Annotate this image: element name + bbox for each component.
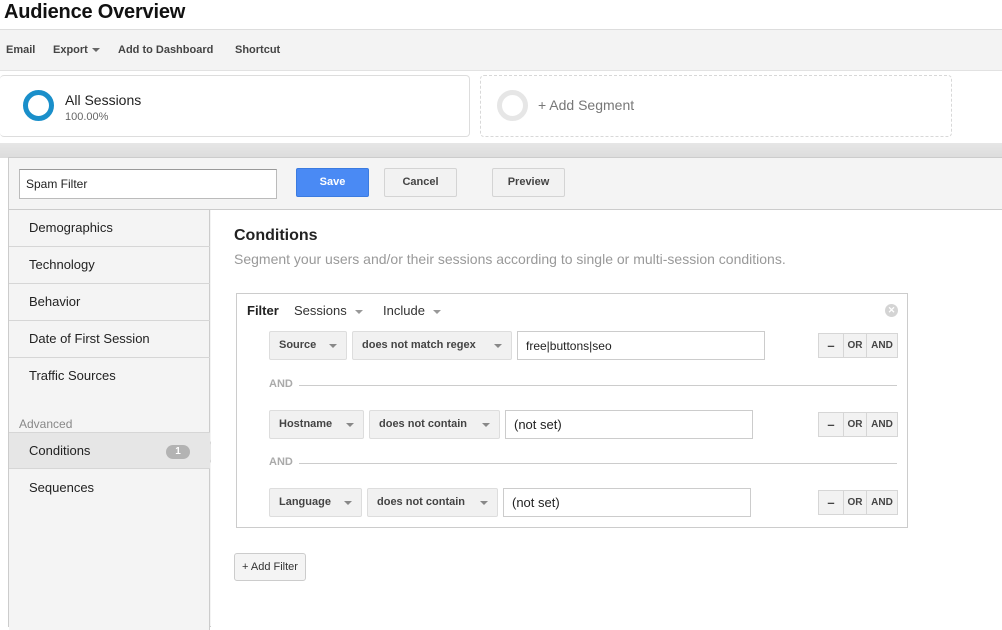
sidebar-item-demographics[interactable]: Demographics (9, 210, 210, 247)
chevron-down-icon (432, 309, 441, 314)
row-action-buttons: – OR AND (818, 333, 898, 358)
chevron-down-icon (346, 423, 354, 427)
add-segment-label: + Add Segment (538, 97, 635, 113)
add-filter-button[interactable]: + Add Filter (234, 553, 306, 581)
cancel-button[interactable]: Cancel (384, 168, 457, 197)
filter-scope-dropdown[interactable]: Sessions (294, 303, 363, 318)
sidebar-item-sequences[interactable]: Sequences (9, 470, 210, 507)
remove-filter-icon[interactable]: ✕ (885, 304, 898, 317)
and-divider (299, 385, 897, 386)
operator-value: does not match regex (362, 339, 476, 351)
chevron-down-icon (329, 344, 337, 348)
add-to-dashboard-button[interactable]: Add to Dashboard (118, 44, 213, 56)
dimension-dropdown[interactable]: Source (269, 331, 347, 360)
editor-header: Save Cancel Preview (9, 158, 1002, 210)
save-button[interactable]: Save (296, 168, 369, 197)
sidebar-item-date-of-first-session[interactable]: Date of First Session (9, 321, 210, 358)
chevron-down-icon (344, 501, 352, 505)
conditions-count-badge: 1 (166, 445, 190, 459)
sidebar-item-label: Conditions (29, 443, 91, 458)
and-button[interactable]: AND (867, 491, 897, 514)
conditions-title: Conditions (234, 227, 318, 244)
empty-segment-donut-icon (497, 90, 528, 121)
filter-mode-value: Include (383, 303, 425, 318)
sidebar-item-technology[interactable]: Technology (9, 247, 210, 284)
page-title: Audience Overview (4, 1, 186, 23)
segment-name: All Sessions (65, 92, 142, 108)
segment-editor: Save Cancel Preview Demographics Technol… (8, 157, 1002, 630)
segment-percent: 100.00% (65, 111, 109, 123)
chevron-down-icon (480, 501, 488, 505)
and-button[interactable]: AND (867, 334, 897, 357)
operator-dropdown[interactable]: does not contain (369, 410, 500, 439)
sidebar-item-behavior[interactable]: Behavior (9, 284, 210, 321)
dimension-value: Source (279, 339, 317, 351)
dimension-value: Hostname (279, 418, 333, 430)
add-segment-card[interactable]: + Add Segment (480, 75, 952, 137)
remove-condition-button[interactable]: – (819, 334, 844, 357)
segment-name-input[interactable] (19, 169, 277, 199)
operator-value: does not contain (377, 496, 465, 508)
operator-dropdown[interactable]: does not contain (367, 488, 498, 517)
and-joiner-label: AND (269, 378, 293, 390)
and-button[interactable]: AND (867, 413, 897, 436)
chevron-down-icon (354, 309, 363, 314)
chevron-down-icon (494, 344, 502, 348)
or-button[interactable]: OR (844, 334, 867, 357)
or-button[interactable]: OR (844, 491, 867, 514)
dimension-dropdown[interactable]: Hostname (269, 410, 364, 439)
dimension-value: Language (279, 496, 331, 508)
segment-donut-icon (23, 90, 54, 121)
export-button[interactable]: Export (53, 44, 100, 56)
remove-condition-button[interactable]: – (819, 491, 844, 514)
filter-label: Filter (247, 303, 279, 318)
shortcut-button[interactable]: Shortcut (235, 44, 280, 56)
condition-value-input[interactable] (503, 488, 751, 517)
preview-button[interactable]: Preview (492, 168, 565, 197)
report-toolbar: Email Export Add to Dashboard Shortcut (0, 29, 1002, 71)
row-action-buttons: – OR AND (818, 412, 898, 437)
export-label: Export (53, 44, 88, 56)
divider-shadow (0, 143, 1002, 158)
filter-scope-value: Sessions (294, 303, 347, 318)
and-divider (299, 463, 897, 464)
email-button[interactable]: Email (6, 44, 35, 56)
filter-mode-dropdown[interactable]: Include (383, 303, 441, 318)
segment-bar: All Sessions 100.00% + Add Segment (0, 71, 1002, 143)
segment-card-all-sessions[interactable]: All Sessions 100.00% (0, 75, 470, 137)
operator-dropdown[interactable]: does not match regex (352, 331, 512, 360)
conditions-panel: Conditions Segment your users and/or the… (211, 210, 1002, 630)
remove-condition-button[interactable]: – (819, 413, 844, 436)
row-action-buttons: – OR AND (818, 490, 898, 515)
sidebar-item-conditions[interactable]: Conditions 1 (9, 432, 210, 469)
filter-box: Filter Sessions Include ✕ Source does no… (236, 293, 908, 528)
operator-value: does not contain (379, 418, 467, 430)
or-button[interactable]: OR (844, 413, 867, 436)
condition-value-input[interactable] (517, 331, 765, 360)
segment-sidebar: Demographics Technology Behavior Date of… (9, 210, 210, 630)
conditions-subtitle: Segment your users and/or their sessions… (234, 251, 786, 267)
sidebar-item-traffic-sources[interactable]: Traffic Sources (9, 358, 210, 395)
chevron-down-icon (91, 48, 100, 53)
and-joiner-label: AND (269, 456, 293, 468)
chevron-down-icon (482, 423, 490, 427)
condition-value-input[interactable] (505, 410, 753, 439)
sidebar-section-advanced: Advanced (19, 417, 73, 431)
dimension-dropdown[interactable]: Language (269, 488, 362, 517)
